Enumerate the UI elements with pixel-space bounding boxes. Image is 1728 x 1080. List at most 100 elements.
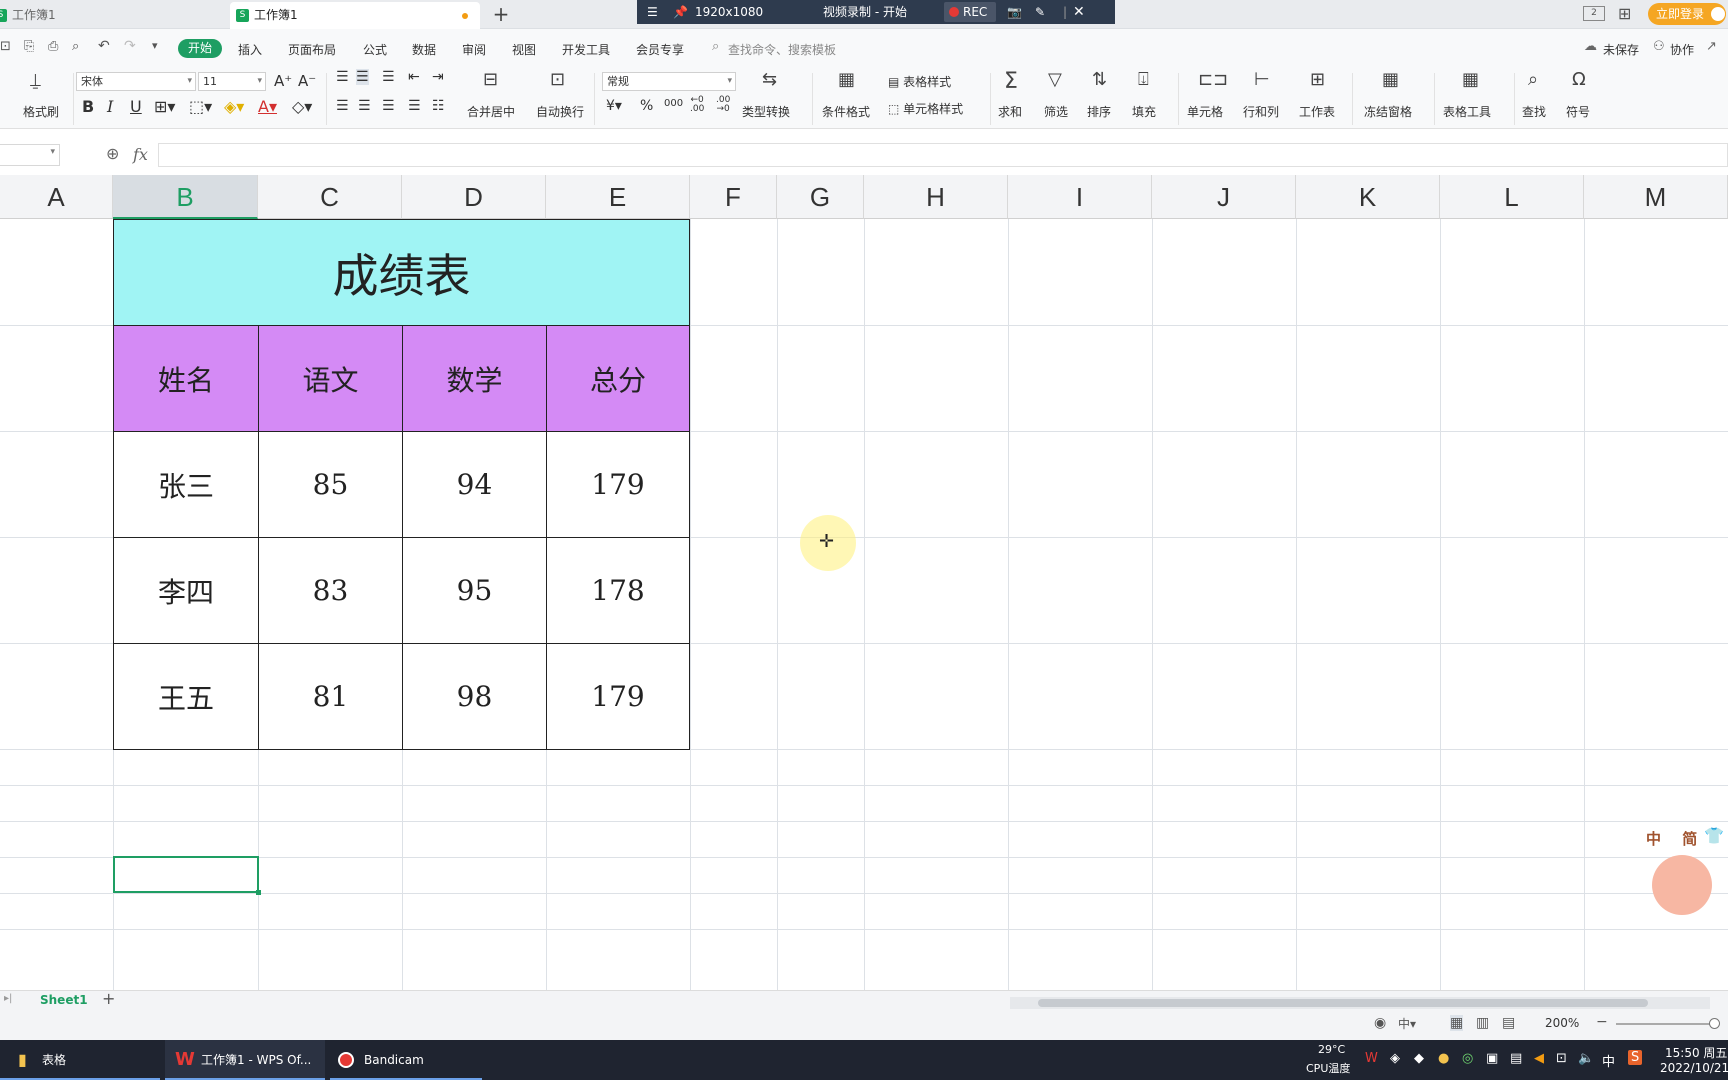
indent-decrease-icon[interactable]: ⇤ <box>408 69 420 85</box>
header-cell[interactable]: 数学 <box>403 326 547 432</box>
font-grow-icon[interactable]: A⁺ <box>274 72 292 90</box>
normal-view-icon[interactable]: ▦ <box>1450 1015 1464 1031</box>
sheet-nav-icon[interactable]: ▸| <box>4 993 12 1004</box>
align-right-icon[interactable]: ☰ <box>382 98 395 114</box>
taskbar-item-bandicam[interactable]: Bandicam <box>330 1040 482 1080</box>
underline-button[interactable]: U <box>130 97 142 116</box>
cell-button[interactable]: 单元格 <box>1187 103 1223 120</box>
name-cell[interactable]: 王五 <box>114 644 259 750</box>
currency-button[interactable]: ¥▾ <box>606 98 622 114</box>
align-left-icon[interactable]: ☰ <box>336 98 349 114</box>
header-cell[interactable]: 姓名 <box>114 326 259 432</box>
column-header[interactable]: J <box>1152 175 1296 219</box>
pencil-icon[interactable]: ✎ <box>1035 0 1045 24</box>
merge-center-button[interactable]: 合并居中 <box>467 103 515 120</box>
filter-button[interactable]: 筛选 <box>1044 103 1068 120</box>
menu-review[interactable]: 审阅 <box>462 41 486 58</box>
sheet-tab-active[interactable]: Sheet1 <box>40 993 88 1007</box>
selected-cell[interactable] <box>113 856 261 895</box>
name-cell[interactable]: 张三 <box>114 432 259 538</box>
tray-icon[interactable]: ▣ <box>1486 1051 1498 1066</box>
tray-icon[interactable]: ▤ <box>1510 1051 1522 1066</box>
column-header-selected[interactable]: B <box>113 175 258 219</box>
pin-icon[interactable]: 📌 <box>673 0 688 24</box>
sogou-icon[interactable]: S <box>1628 1050 1643 1065</box>
score-cell[interactable]: 81 <box>259 644 403 750</box>
page-layout-view-icon[interactable]: ▥ <box>1476 1015 1489 1031</box>
format-painter-button[interactable]: 格式刷 <box>23 103 59 120</box>
column-header[interactable]: K <box>1296 175 1440 219</box>
column-header[interactable]: G <box>777 175 864 219</box>
input-mode-icon[interactable]: 中▾ <box>1398 1015 1416 1032</box>
fill-button[interactable]: 填充 <box>1132 103 1156 120</box>
menu-view[interactable]: 视图 <box>512 41 536 58</box>
zoom-out-icon[interactable]: − <box>1596 1014 1608 1030</box>
more-chevron-icon[interactable]: ▾ <box>152 39 158 52</box>
distribute-icon[interactable]: ☷ <box>432 98 445 114</box>
total-cell[interactable]: 179 <box>547 644 690 750</box>
fill-color-icon[interactable]: ◈▾ <box>224 97 244 116</box>
zoom-level[interactable]: 200% <box>1545 1016 1579 1030</box>
volume-icon[interactable]: 🔈 <box>1578 1051 1594 1066</box>
column-header[interactable]: A <box>0 175 113 219</box>
type-convert-button[interactable]: 类型转换 <box>742 103 790 120</box>
number-format-select[interactable]: 常规 <box>602 72 736 91</box>
symbol-button[interactable]: 符号 <box>1566 103 1590 120</box>
decimal-decrease-icon[interactable]: .00 →0 <box>716 96 730 114</box>
taskbar-item-folder[interactable]: ▮ 表格 <box>0 1040 160 1080</box>
score-cell[interactable]: 98 <box>403 644 547 750</box>
table-title[interactable]: 成绩表 <box>114 220 690 326</box>
collab-button[interactable]: 协作 <box>1670 41 1694 58</box>
column-header[interactable]: M <box>1584 175 1728 219</box>
avatar[interactable] <box>1710 6 1726 22</box>
menu-insert[interactable]: 插入 <box>238 41 262 58</box>
name-box[interactable]: ▾ <box>0 144 60 166</box>
eye-protect-icon[interactable]: ◉ <box>1374 1015 1386 1031</box>
tray-icon[interactable]: ◎ <box>1462 1051 1473 1066</box>
fx-icon[interactable]: fx <box>133 145 148 164</box>
clock-time[interactable]: 15:50 周五 <box>1665 1044 1727 1061</box>
print-icon[interactable]: ⎙ <box>48 39 58 54</box>
font-color-icon[interactable]: A▾ <box>258 97 277 116</box>
border-icon[interactable]: ⊞▾ <box>154 97 175 116</box>
horizontal-scrollbar[interactable] <box>1010 997 1710 1009</box>
column-header[interactable]: H <box>864 175 1008 219</box>
sort-button[interactable]: 排序 <box>1087 103 1111 120</box>
menu-formula[interactable]: 公式 <box>363 41 387 58</box>
indent-increase-icon[interactable]: ⇥ <box>432 69 444 85</box>
save-icon[interactable]: ⊡ <box>0 39 11 54</box>
column-header[interactable]: C <box>258 175 402 219</box>
worksheet-button[interactable]: 工作表 <box>1299 103 1335 120</box>
italic-button[interactable]: I <box>107 97 113 116</box>
cell-style-button[interactable]: ⬚ 单元格样式 <box>888 100 963 117</box>
fill-handle[interactable] <box>256 890 261 895</box>
wps-tray-icon[interactable]: W <box>1365 1051 1378 1066</box>
align-middle-icon[interactable]: ☰ <box>356 69 369 85</box>
header-cell[interactable]: 总分 <box>547 326 690 432</box>
align-center-icon[interactable]: ☰ <box>358 98 371 114</box>
conditional-format-button[interactable]: 条件格式 <box>822 103 870 120</box>
clock-date[interactable]: 2022/10/21 <box>1660 1061 1728 1075</box>
menu-dev-tools[interactable]: 开发工具 <box>562 41 610 58</box>
network-icon[interactable]: ⊡ <box>1556 1051 1567 1066</box>
column-header[interactable]: E <box>546 175 690 219</box>
percent-button[interactable]: % <box>640 98 653 114</box>
redo-icon[interactable]: ↷ <box>124 38 136 54</box>
align-bottom-icon[interactable]: ☰ <box>382 69 395 85</box>
total-cell[interactable]: 179 <box>547 432 690 538</box>
total-cell[interactable]: 178 <box>547 538 690 644</box>
spreadsheet-grid[interactable]: A B C D E F G H I J K L M 成绩表 姓名 语文 数学 总… <box>0 175 1728 990</box>
menu-member[interactable]: 会员专享 <box>636 41 684 58</box>
score-cell[interactable]: 95 <box>403 538 547 644</box>
unsaved-status[interactable]: 未保存 <box>1603 41 1639 58</box>
preview-icon[interactable]: ⌕ <box>72 39 79 54</box>
taskbar-item-wps[interactable]: W 工作簿1 - WPS Of... <box>165 1040 325 1080</box>
zoom-formula-icon[interactable]: ⊕ <box>106 144 119 163</box>
tray-icon[interactable]: ◆ <box>1414 1051 1424 1066</box>
window-count-icon[interactable]: 2 <box>1583 6 1605 21</box>
header-cell[interactable]: 语文 <box>259 326 403 432</box>
add-sheet-button[interactable]: + <box>102 989 115 1008</box>
find-button[interactable]: 查找 <box>1522 103 1546 120</box>
font-shrink-icon[interactable]: A⁻ <box>298 72 316 90</box>
undo-icon[interactable]: ↶ <box>98 38 110 54</box>
